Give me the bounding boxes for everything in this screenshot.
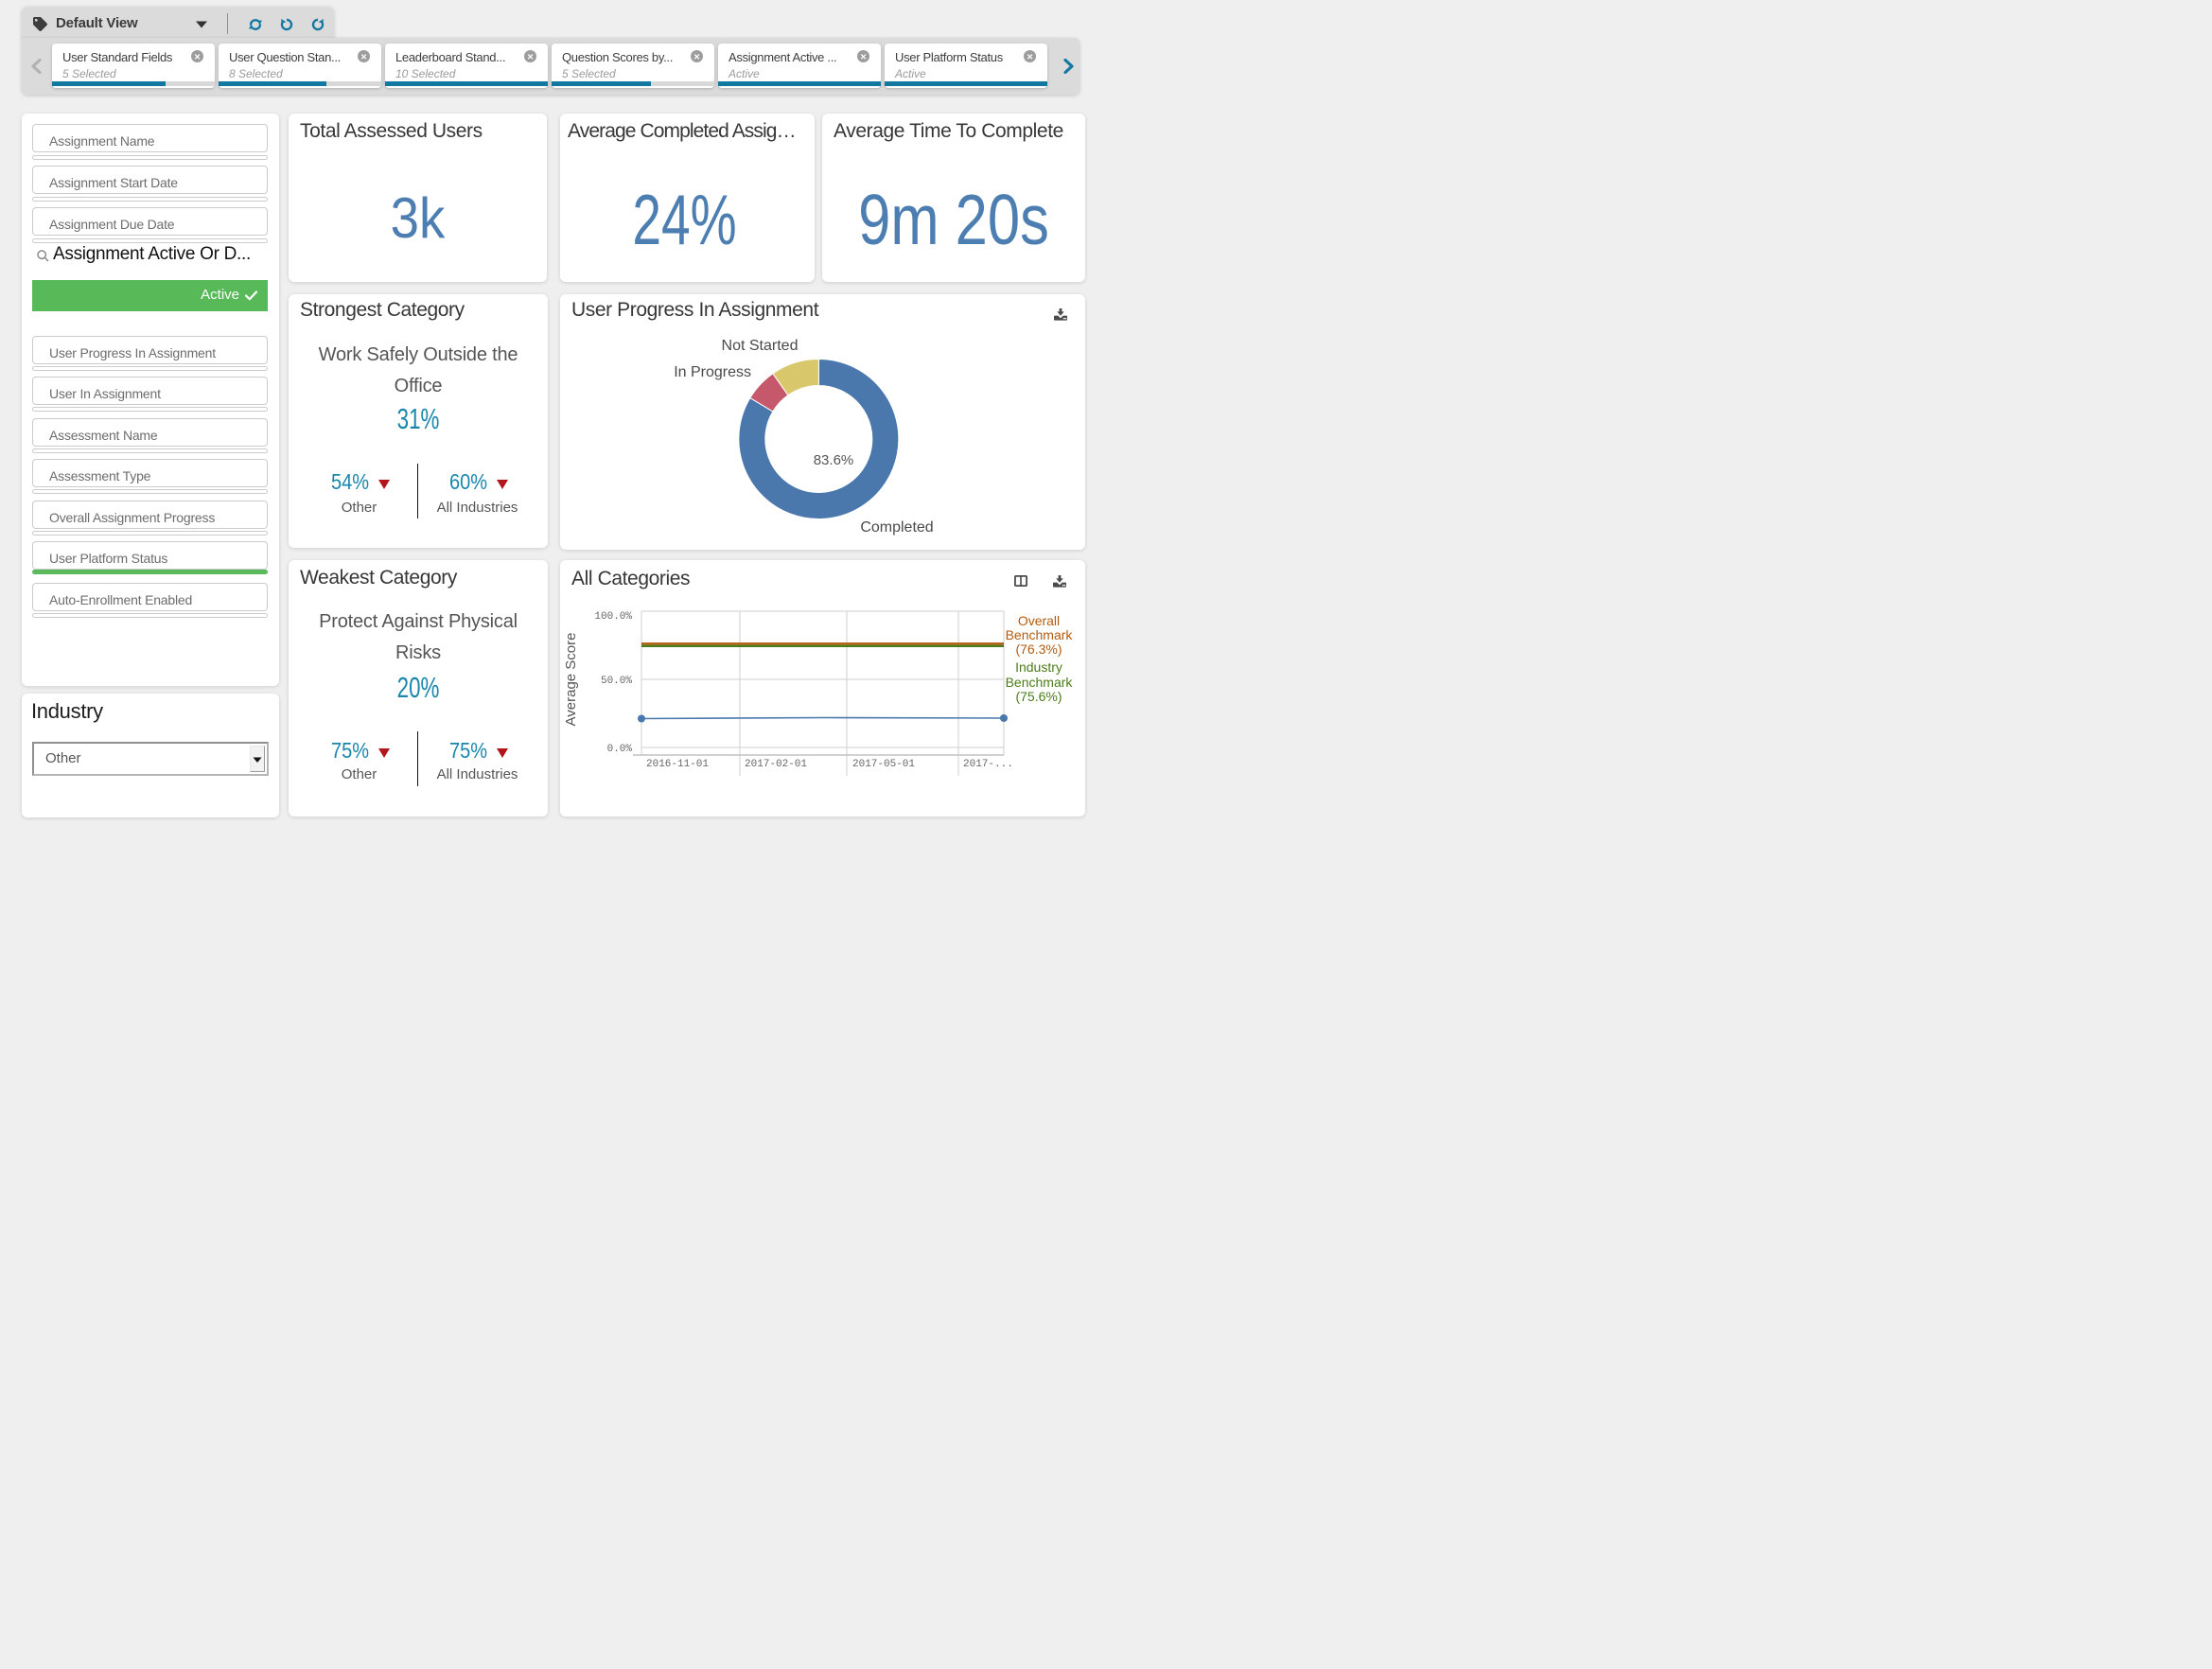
svg-text:Not Started: Not Started (722, 338, 799, 354)
svg-text:Average Score: Average Score (563, 633, 579, 727)
svg-text:50.0%: 50.0% (601, 676, 632, 687)
svg-text:2016-11-01: 2016-11-01 (646, 759, 709, 770)
svg-text:Benchmark: Benchmark (1006, 627, 1074, 642)
svg-text:0.0%: 0.0% (607, 744, 633, 755)
svg-text:Industry: Industry (1015, 659, 1062, 675)
svg-text:(76.3%): (76.3%) (1015, 641, 1062, 657)
svg-text:Overall: Overall (1018, 613, 1060, 628)
svg-text:2017-05-01: 2017-05-01 (852, 759, 915, 770)
svg-text:2017-...: 2017-... (963, 759, 1013, 770)
svg-text:In Progress: In Progress (674, 364, 751, 380)
svg-text:(75.6%): (75.6%) (1015, 689, 1062, 704)
svg-text:2017-02-01: 2017-02-01 (745, 759, 807, 770)
svg-text:83.6%: 83.6% (814, 452, 854, 468)
svg-text:Completed: Completed (860, 519, 933, 536)
svg-text:Benchmark: Benchmark (1006, 675, 1074, 690)
svg-text:100.0%: 100.0% (594, 611, 632, 623)
